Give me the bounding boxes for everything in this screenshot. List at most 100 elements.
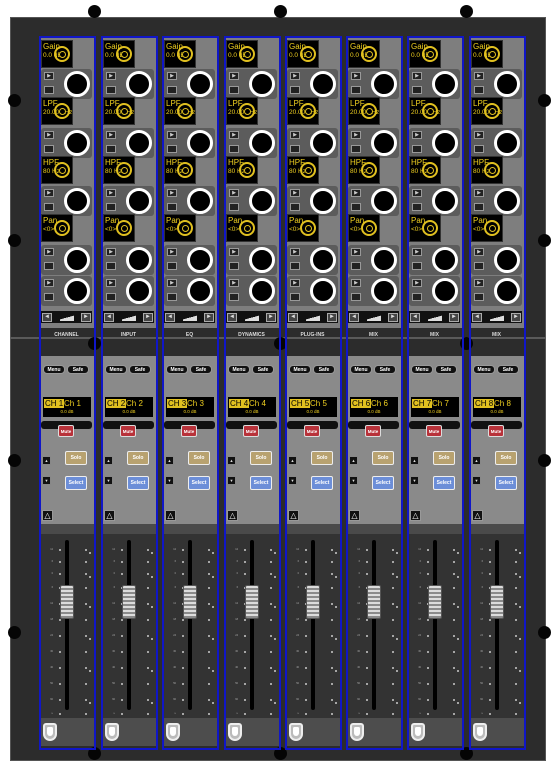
aux-shift-button[interactable]: ▶ bbox=[44, 279, 54, 287]
hpf-encoder-ring-icon[interactable] bbox=[239, 162, 255, 178]
select-button[interactable]: Select bbox=[311, 476, 333, 490]
pan-right-icon[interactable]: ► bbox=[204, 312, 214, 322]
gain-encoder-ring-icon[interactable] bbox=[54, 46, 70, 62]
hpf-encoder-ring-icon[interactable] bbox=[116, 162, 132, 178]
pan-shift-button[interactable]: ▶ bbox=[44, 248, 54, 256]
aux-alt-button[interactable] bbox=[106, 293, 116, 301]
attention-icon[interactable]: △ bbox=[410, 510, 421, 521]
safe-button[interactable]: Safe bbox=[497, 365, 519, 374]
aux-shift-button[interactable]: ▶ bbox=[167, 279, 177, 287]
pan-encoder-ring-icon[interactable] bbox=[239, 220, 255, 236]
hpf-shift-button[interactable]: ▶ bbox=[44, 189, 54, 197]
nav-up-button[interactable]: ▲ bbox=[349, 456, 358, 465]
hpf-knob[interactable] bbox=[187, 188, 213, 214]
fader-handle[interactable] bbox=[367, 585, 381, 619]
select-button[interactable]: Select bbox=[127, 476, 149, 490]
pan-left-icon[interactable]: ◄ bbox=[104, 312, 114, 322]
hpf-encoder-ring-icon[interactable] bbox=[361, 162, 377, 178]
safe-button[interactable]: Safe bbox=[374, 365, 396, 374]
gain-alt-button[interactable] bbox=[412, 86, 422, 94]
pan-left-icon[interactable]: ◄ bbox=[410, 312, 420, 322]
pan-encoder-ring-icon[interactable] bbox=[361, 220, 377, 236]
pan-shift-button[interactable]: ▶ bbox=[229, 248, 239, 256]
pan-knob[interactable] bbox=[187, 247, 213, 273]
select-button[interactable]: Select bbox=[372, 476, 394, 490]
gain-alt-button[interactable] bbox=[351, 86, 361, 94]
gain-shift-button[interactable]: ▶ bbox=[290, 72, 300, 80]
lpf-knob[interactable] bbox=[64, 130, 90, 156]
section-label[interactable]: PLUG-INS bbox=[285, 332, 340, 338]
safe-button[interactable]: Safe bbox=[129, 365, 151, 374]
gain-encoder-ring-icon[interactable] bbox=[484, 46, 500, 62]
nav-down-button[interactable]: ▼ bbox=[410, 476, 419, 485]
lpf-encoder-ring-icon[interactable] bbox=[422, 103, 438, 119]
nav-down-button[interactable]: ▼ bbox=[42, 476, 51, 485]
pan-shift-button[interactable]: ▶ bbox=[290, 248, 300, 256]
touch-sensor-icon[interactable] bbox=[350, 723, 364, 741]
attention-icon[interactable]: △ bbox=[42, 510, 53, 521]
pan-right-icon[interactable]: ► bbox=[327, 312, 337, 322]
pan-knob[interactable] bbox=[494, 247, 520, 273]
hpf-knob[interactable] bbox=[126, 188, 152, 214]
aux-shift-button[interactable]: ▶ bbox=[351, 279, 361, 287]
aux-alt-button[interactable] bbox=[474, 293, 484, 301]
gain-alt-button[interactable] bbox=[167, 86, 177, 94]
aux-shift-button[interactable]: ▶ bbox=[229, 279, 239, 287]
lpf-knob[interactable] bbox=[494, 130, 520, 156]
lpf-knob[interactable] bbox=[249, 130, 275, 156]
aux-knob[interactable] bbox=[371, 278, 397, 304]
gain-encoder-ring-icon[interactable] bbox=[361, 46, 377, 62]
pan-alt-button[interactable] bbox=[412, 262, 422, 270]
lpf-alt-button[interactable] bbox=[229, 145, 239, 153]
solo-button[interactable]: Solo bbox=[250, 451, 272, 465]
menu-button[interactable]: Menu bbox=[473, 365, 495, 374]
select-button[interactable]: Select bbox=[433, 476, 455, 490]
lpf-knob[interactable] bbox=[432, 130, 458, 156]
lpf-encoder-ring-icon[interactable] bbox=[300, 103, 316, 119]
lpf-encoder-ring-icon[interactable] bbox=[484, 103, 500, 119]
menu-button[interactable]: Menu bbox=[166, 365, 188, 374]
select-button[interactable]: Select bbox=[65, 476, 87, 490]
hpf-shift-button[interactable]: ▶ bbox=[106, 189, 116, 197]
solo-button[interactable]: Solo bbox=[495, 451, 517, 465]
fader-handle[interactable] bbox=[183, 585, 197, 619]
pan-alt-button[interactable] bbox=[474, 262, 484, 270]
lpf-alt-button[interactable] bbox=[412, 145, 422, 153]
nav-up-button[interactable]: ▲ bbox=[42, 456, 51, 465]
pan-shift-button[interactable]: ▶ bbox=[167, 248, 177, 256]
attention-icon[interactable]: △ bbox=[165, 510, 176, 521]
pan-encoder-ring-icon[interactable] bbox=[484, 220, 500, 236]
hpf-encoder-ring-icon[interactable] bbox=[300, 162, 316, 178]
pan-knob[interactable] bbox=[371, 247, 397, 273]
aux-alt-button[interactable] bbox=[290, 293, 300, 301]
gain-alt-button[interactable] bbox=[106, 86, 116, 94]
gain-knob[interactable] bbox=[249, 71, 275, 97]
pan-alt-button[interactable] bbox=[44, 262, 54, 270]
pan-shift-button[interactable]: ▶ bbox=[474, 248, 484, 256]
lpf-alt-button[interactable] bbox=[44, 145, 54, 153]
safe-button[interactable]: Safe bbox=[313, 365, 335, 374]
aux-alt-button[interactable] bbox=[351, 293, 361, 301]
fader-handle[interactable] bbox=[245, 585, 259, 619]
nav-down-button[interactable]: ▼ bbox=[104, 476, 113, 485]
pan-knob[interactable] bbox=[64, 247, 90, 273]
pan-alt-button[interactable] bbox=[167, 262, 177, 270]
pan-shift-button[interactable]: ▶ bbox=[351, 248, 361, 256]
attention-icon[interactable]: △ bbox=[104, 510, 115, 521]
lpf-shift-button[interactable]: ▶ bbox=[351, 131, 361, 139]
lpf-shift-button[interactable]: ▶ bbox=[167, 131, 177, 139]
aux-alt-button[interactable] bbox=[167, 293, 177, 301]
lpf-shift-button[interactable]: ▶ bbox=[229, 131, 239, 139]
solo-button[interactable]: Solo bbox=[372, 451, 394, 465]
lpf-knob[interactable] bbox=[371, 130, 397, 156]
lpf-knob[interactable] bbox=[310, 130, 336, 156]
gain-knob[interactable] bbox=[432, 71, 458, 97]
section-label[interactable]: MIX bbox=[407, 332, 462, 338]
safe-button[interactable]: Safe bbox=[435, 365, 457, 374]
hpf-shift-button[interactable]: ▶ bbox=[167, 189, 177, 197]
pan-left-icon[interactable]: ◄ bbox=[349, 312, 359, 322]
hpf-shift-button[interactable]: ▶ bbox=[229, 189, 239, 197]
pan-left-icon[interactable]: ◄ bbox=[165, 312, 175, 322]
pan-knob[interactable] bbox=[432, 247, 458, 273]
mute-button[interactable]: Mute bbox=[488, 425, 504, 437]
